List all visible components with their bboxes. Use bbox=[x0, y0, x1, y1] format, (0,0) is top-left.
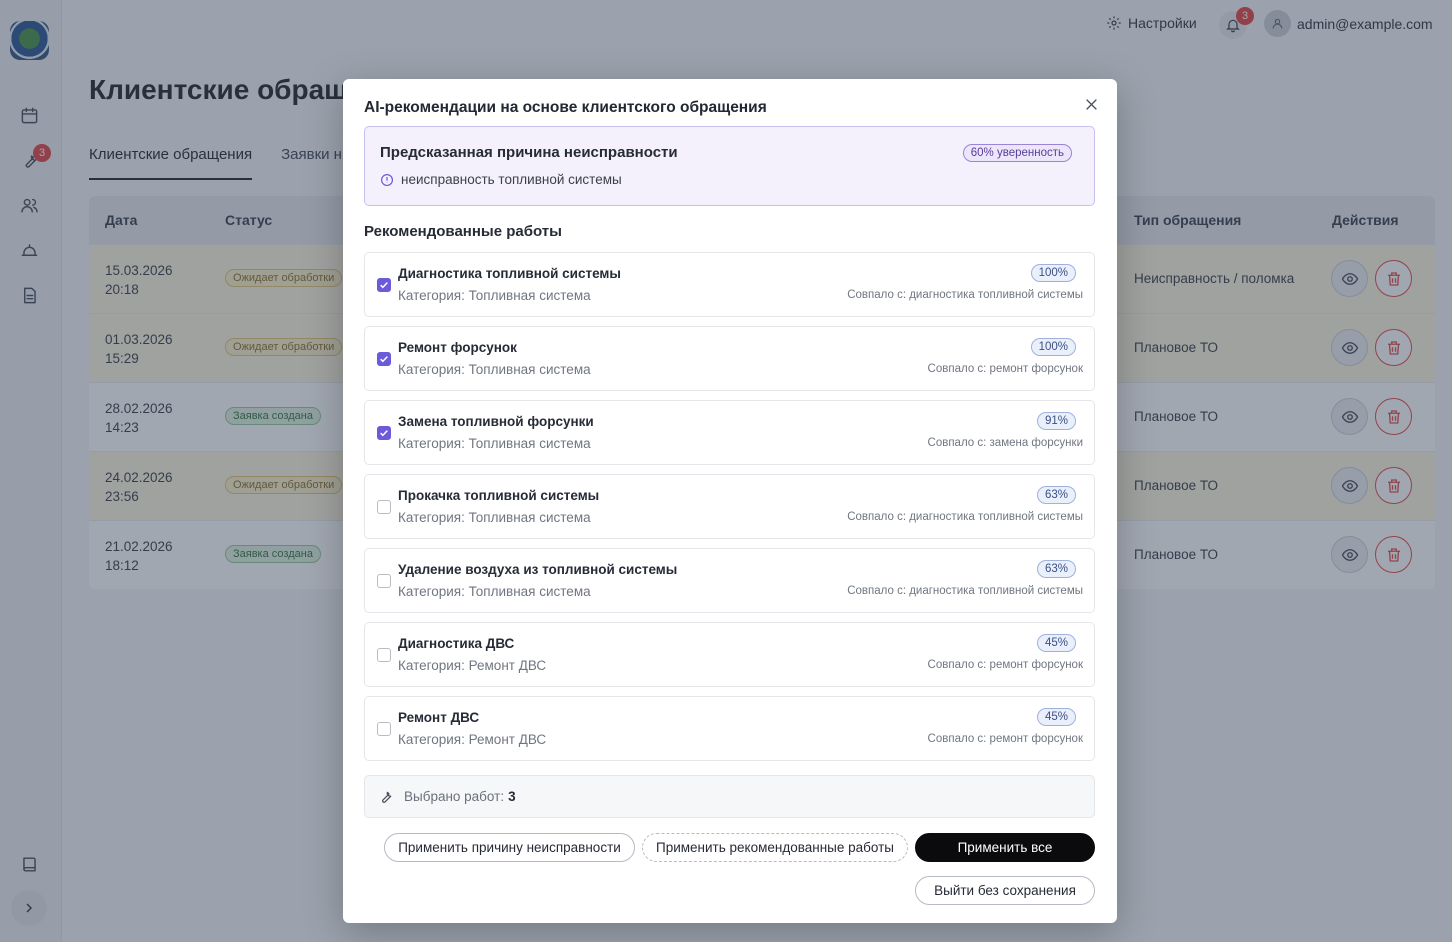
cause-heading: Предсказанная причина неисправности bbox=[380, 144, 678, 161]
match-percent-badge: 91% bbox=[1036, 412, 1076, 430]
summary-label: Выбрано работ: bbox=[404, 789, 505, 804]
recommendation-item[interactable]: Ремонт форсунок Категория: Топливная сист… bbox=[364, 326, 1095, 391]
recommendation-item[interactable]: Удаление воздуха из топливной системы Кат… bbox=[364, 548, 1095, 613]
confidence-badge: 60% уверенность bbox=[962, 144, 1072, 162]
recommendation-item[interactable]: Прокачка топливной системы Категория: Топ… bbox=[364, 474, 1095, 539]
recommendation-checkbox[interactable] bbox=[377, 722, 391, 736]
recommendation-item[interactable]: Диагностика ДВС Категория: Ремонт ДВС 45% С… bbox=[364, 622, 1095, 687]
match-text: Совпало с: ремонт форсунок bbox=[927, 363, 1083, 375]
recommendation-name: Прокачка топливной системы bbox=[398, 488, 600, 503]
match-text: Совпало с: замена форсунки bbox=[927, 437, 1083, 449]
recommendation-category: Категория: Топливная система bbox=[398, 584, 591, 599]
info-icon bbox=[380, 173, 394, 186]
match-percent-badge: 100% bbox=[1030, 264, 1076, 282]
recommendation-category: Категория: Топливная система bbox=[398, 362, 591, 377]
recommendation-category: Категория: Ремонт ДВС bbox=[398, 658, 547, 673]
check-icon bbox=[380, 282, 388, 289]
cause-text: неисправность топливной системы bbox=[401, 172, 622, 187]
recommendation-name: Ремонт форсунок bbox=[398, 340, 517, 355]
match-percent-badge: 63% bbox=[1036, 560, 1076, 578]
recommendation-checkbox[interactable] bbox=[377, 352, 391, 366]
recommendation-item[interactable]: Диагностика топливной системы Категория: … bbox=[364, 252, 1095, 317]
close-button[interactable] bbox=[1083, 96, 1099, 112]
check-icon bbox=[380, 430, 388, 437]
check-icon bbox=[380, 356, 388, 363]
recommendation-category: Категория: Топливная система bbox=[398, 436, 591, 451]
recommendation-checkbox[interactable] bbox=[377, 426, 391, 440]
wrench-icon bbox=[382, 791, 392, 803]
recommendation-name: Ремонт ДВС bbox=[398, 710, 480, 725]
match-percent-badge: 45% bbox=[1036, 634, 1076, 652]
recommendation-category: Категория: Топливная система bbox=[398, 510, 591, 525]
match-percent-badge: 63% bbox=[1036, 486, 1076, 504]
summary-count: 3 bbox=[508, 789, 516, 804]
apply-cause-button[interactable]: Применить причину неисправности bbox=[384, 833, 635, 862]
match-text: Совпало с: ремонт форсунок bbox=[927, 733, 1083, 745]
recommendation-item[interactable]: Замена топливной форсунки Категория: Топл… bbox=[364, 400, 1095, 465]
cause-text-row: неисправность топливной системы bbox=[380, 172, 622, 187]
close-icon bbox=[1085, 98, 1097, 110]
recommendation-category: Категория: Ремонт ДВС bbox=[398, 732, 547, 747]
recommendation-checkbox[interactable] bbox=[377, 648, 391, 662]
exit-without-saving-button[interactable]: Выйти без сохранения bbox=[915, 876, 1095, 905]
match-text: Совпало с: ремонт форсунок bbox=[927, 659, 1083, 671]
ai-recommendations-modal: AI-рекомендации на основе клиентского об… bbox=[343, 79, 1117, 923]
recommendation-checkbox[interactable] bbox=[377, 574, 391, 588]
match-percent-badge: 45% bbox=[1036, 708, 1076, 726]
recommended-works-title: Рекомендованные работы bbox=[364, 223, 562, 240]
recommendation-checkbox[interactable] bbox=[377, 278, 391, 292]
modal-title: AI-рекомендации на основе клиентского об… bbox=[364, 99, 767, 116]
apply-all-button[interactable]: Применить все bbox=[915, 833, 1095, 862]
recommendation-name: Замена топливной форсунки bbox=[398, 414, 594, 429]
match-percent-badge: 100% bbox=[1030, 338, 1076, 356]
apply-works-button[interactable]: Применить рекомендованные работы bbox=[642, 833, 908, 862]
match-text: Совпало с: диагностика топливной системы bbox=[847, 289, 1083, 301]
recommendation-name: Диагностика ДВС bbox=[398, 636, 515, 651]
recommendation-name: Удаление воздуха из топливной системы bbox=[398, 562, 678, 577]
recommendation-checkbox[interactable] bbox=[377, 500, 391, 514]
recommendation-item[interactable]: Ремонт ДВС Категория: Ремонт ДВС 45% Совпал… bbox=[364, 696, 1095, 761]
recommendation-name: Диагностика топливной системы bbox=[398, 266, 621, 281]
recommendation-category: Категория: Топливная система bbox=[398, 288, 591, 303]
predicted-cause-panel: Предсказанная причина неисправности 60% … bbox=[364, 126, 1095, 206]
selected-summary: Выбрано работ: 3 bbox=[364, 775, 1095, 818]
match-text: Совпало с: диагностика топливной системы bbox=[847, 511, 1083, 523]
match-text: Совпало с: диагностика топливной системы bbox=[847, 585, 1083, 597]
